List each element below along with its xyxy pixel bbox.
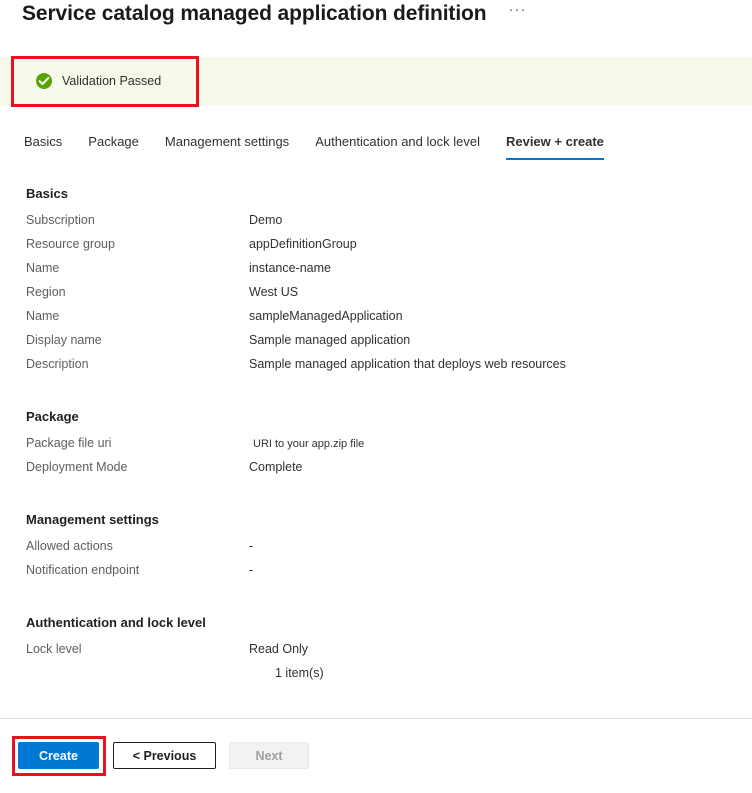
- section-management-settings: Management settings Allowed actions - No…: [0, 512, 752, 587]
- summary-label: Resource group: [26, 237, 115, 251]
- wizard-tabs: Basics Package Management settings Authe…: [24, 134, 630, 160]
- previous-button[interactable]: < Previous: [113, 742, 216, 769]
- summary-row-deployment-mode: Deployment Mode Complete: [0, 460, 752, 484]
- summary-label: Deployment Mode: [26, 460, 128, 474]
- summary-label: Notification endpoint: [26, 563, 140, 577]
- review-summary: Basics Subscription Demo Resource group …: [0, 186, 752, 690]
- check-circle-icon: [36, 73, 52, 89]
- summary-label: Description: [26, 357, 89, 371]
- summary-value: -: [249, 539, 254, 553]
- section-heading-management-settings: Management settings: [26, 512, 159, 527]
- summary-value: -: [249, 563, 254, 577]
- summary-row-resource-group: Resource group appDefinitionGroup: [0, 237, 752, 261]
- page-header: Service catalog managed application defi…: [22, 2, 527, 26]
- summary-label: Name: [26, 309, 60, 323]
- summary-label: Allowed actions: [26, 539, 113, 553]
- summary-value: West US: [249, 285, 299, 299]
- summary-value: URI to your app.zip file: [253, 438, 365, 450]
- section-package: Package Package file uri URI to your app…: [0, 409, 752, 484]
- summary-row-subscription: Subscription Demo: [0, 213, 752, 237]
- page-title: Service catalog managed application defi…: [22, 2, 487, 25]
- section-basics: Basics Subscription Demo Resource group …: [0, 186, 752, 381]
- section-heading-basics: Basics: [26, 186, 68, 201]
- summary-label: Display name: [26, 333, 102, 347]
- summary-label: Lock level: [26, 642, 82, 656]
- summary-value: Read Only: [249, 642, 309, 656]
- summary-label: Package file uri: [26, 436, 112, 450]
- tab-authentication-and-lock-level[interactable]: Authentication and lock level: [315, 134, 480, 160]
- create-button[interactable]: Create: [18, 742, 99, 769]
- summary-label: Name: [26, 261, 60, 275]
- section-heading-authentication: Authentication and lock level: [26, 615, 206, 630]
- summary-value: instance-name: [249, 261, 331, 275]
- summary-row-name: Name instance-name: [0, 261, 752, 285]
- section-authentication-and-lock-level: Authentication and lock level Lock level…: [0, 615, 752, 690]
- summary-value: Complete: [249, 460, 303, 474]
- summary-row-notification-endpoint: Notification endpoint -: [0, 563, 752, 587]
- tab-management-settings[interactable]: Management settings: [165, 134, 289, 160]
- summary-value: sampleManagedApplication: [249, 309, 403, 323]
- summary-row-region: Region West US: [0, 285, 752, 309]
- summary-value: Sample managed application: [249, 333, 411, 347]
- validation-message: Validation Passed: [62, 74, 162, 88]
- summary-row-app-name: Name sampleManagedApplication: [0, 309, 752, 333]
- summary-row-allowed-actions: Allowed actions -: [0, 539, 752, 563]
- summary-row-package-file-uri: Package file uri URI to your app.zip fil…: [0, 436, 752, 460]
- summary-value-item-count: 1 item(s): [275, 666, 324, 680]
- summary-row-lock-level: Lock level Read Only: [0, 642, 752, 666]
- summary-value: Sample managed application that deploys …: [249, 357, 566, 371]
- summary-label: Subscription: [26, 213, 95, 227]
- summary-row-description: Description Sample managed application t…: [0, 357, 752, 381]
- section-heading-package: Package: [26, 409, 79, 424]
- footer-divider: [0, 718, 752, 719]
- validation-banner: Validation Passed: [0, 57, 752, 105]
- summary-value: appDefinitionGroup: [249, 237, 357, 251]
- wizard-footer: Create < Previous Next: [18, 742, 309, 769]
- tab-review-create[interactable]: Review + create: [505, 134, 604, 160]
- validation-content: Validation Passed: [36, 73, 161, 89]
- summary-label: Region: [26, 285, 66, 299]
- next-button: Next: [229, 742, 309, 769]
- tab-basics[interactable]: Basics: [24, 134, 62, 160]
- summary-value: Demo: [249, 213, 283, 227]
- more-options-icon[interactable]: ···: [509, 2, 527, 23]
- tab-package[interactable]: Package: [88, 134, 139, 160]
- summary-row-display-name: Display name Sample managed application: [0, 333, 752, 357]
